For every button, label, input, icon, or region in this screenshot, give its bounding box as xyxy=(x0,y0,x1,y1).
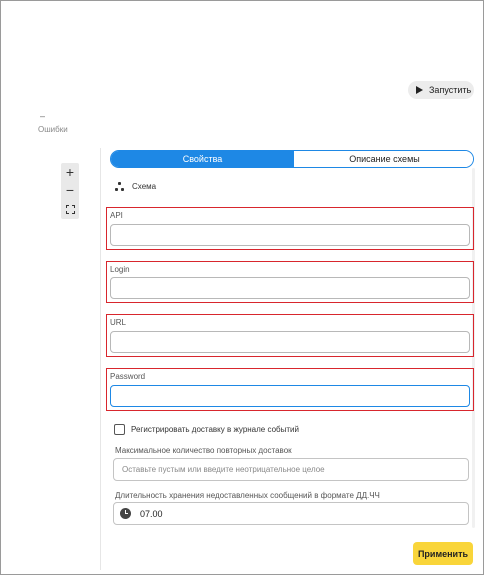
run-button-label: Запустить xyxy=(429,85,472,95)
retention-label: Длительность хранения недоставленных соо… xyxy=(115,491,380,500)
zoom-panel: + − xyxy=(61,163,79,219)
schema-breadcrumb: Схема xyxy=(115,182,156,191)
retention-field[interactable]: 07.00 xyxy=(113,502,469,525)
retries-label: Максимальное количество повторных достав… xyxy=(115,446,292,455)
api-input[interactable] xyxy=(110,224,470,246)
password-label: Password xyxy=(110,372,146,381)
log-delivery-checkbox[interactable] xyxy=(114,424,125,435)
login-input[interactable] xyxy=(110,277,470,299)
retention-value: 07.00 xyxy=(140,508,163,519)
run-button[interactable]: Запустить xyxy=(408,81,474,99)
login-label: Login xyxy=(110,265,130,274)
fit-to-screen-button[interactable] xyxy=(61,200,79,218)
schema-tree-icon xyxy=(115,182,124,191)
errors-label: Ошибки xyxy=(38,125,68,134)
schema-label: Схема xyxy=(132,182,157,191)
play-icon xyxy=(416,86,423,94)
api-label: API xyxy=(110,211,123,220)
tab-schema-description[interactable]: Описание схемы xyxy=(294,151,473,167)
log-delivery-row[interactable]: Регистрировать доставку в журнале событи… xyxy=(114,424,299,435)
tab-properties[interactable]: Свойства xyxy=(111,151,294,167)
fit-screen-icon xyxy=(65,204,75,214)
url-label: URL xyxy=(110,318,127,327)
log-delivery-label: Регистрировать доставку в журнале событи… xyxy=(131,425,299,434)
retries-input[interactable] xyxy=(122,465,468,474)
zoom-out-button[interactable]: − xyxy=(61,181,79,199)
url-input[interactable] xyxy=(110,331,470,353)
password-input[interactable] xyxy=(110,385,470,407)
zoom-in-button[interactable]: + xyxy=(61,163,79,181)
properties-tabs: Свойства Описание схемы xyxy=(110,150,474,168)
clock-icon xyxy=(120,508,131,519)
panel-divider xyxy=(100,148,101,570)
retries-field[interactable] xyxy=(113,458,469,481)
apply-button[interactable]: Применить xyxy=(413,542,473,565)
error-count: – xyxy=(40,111,46,121)
